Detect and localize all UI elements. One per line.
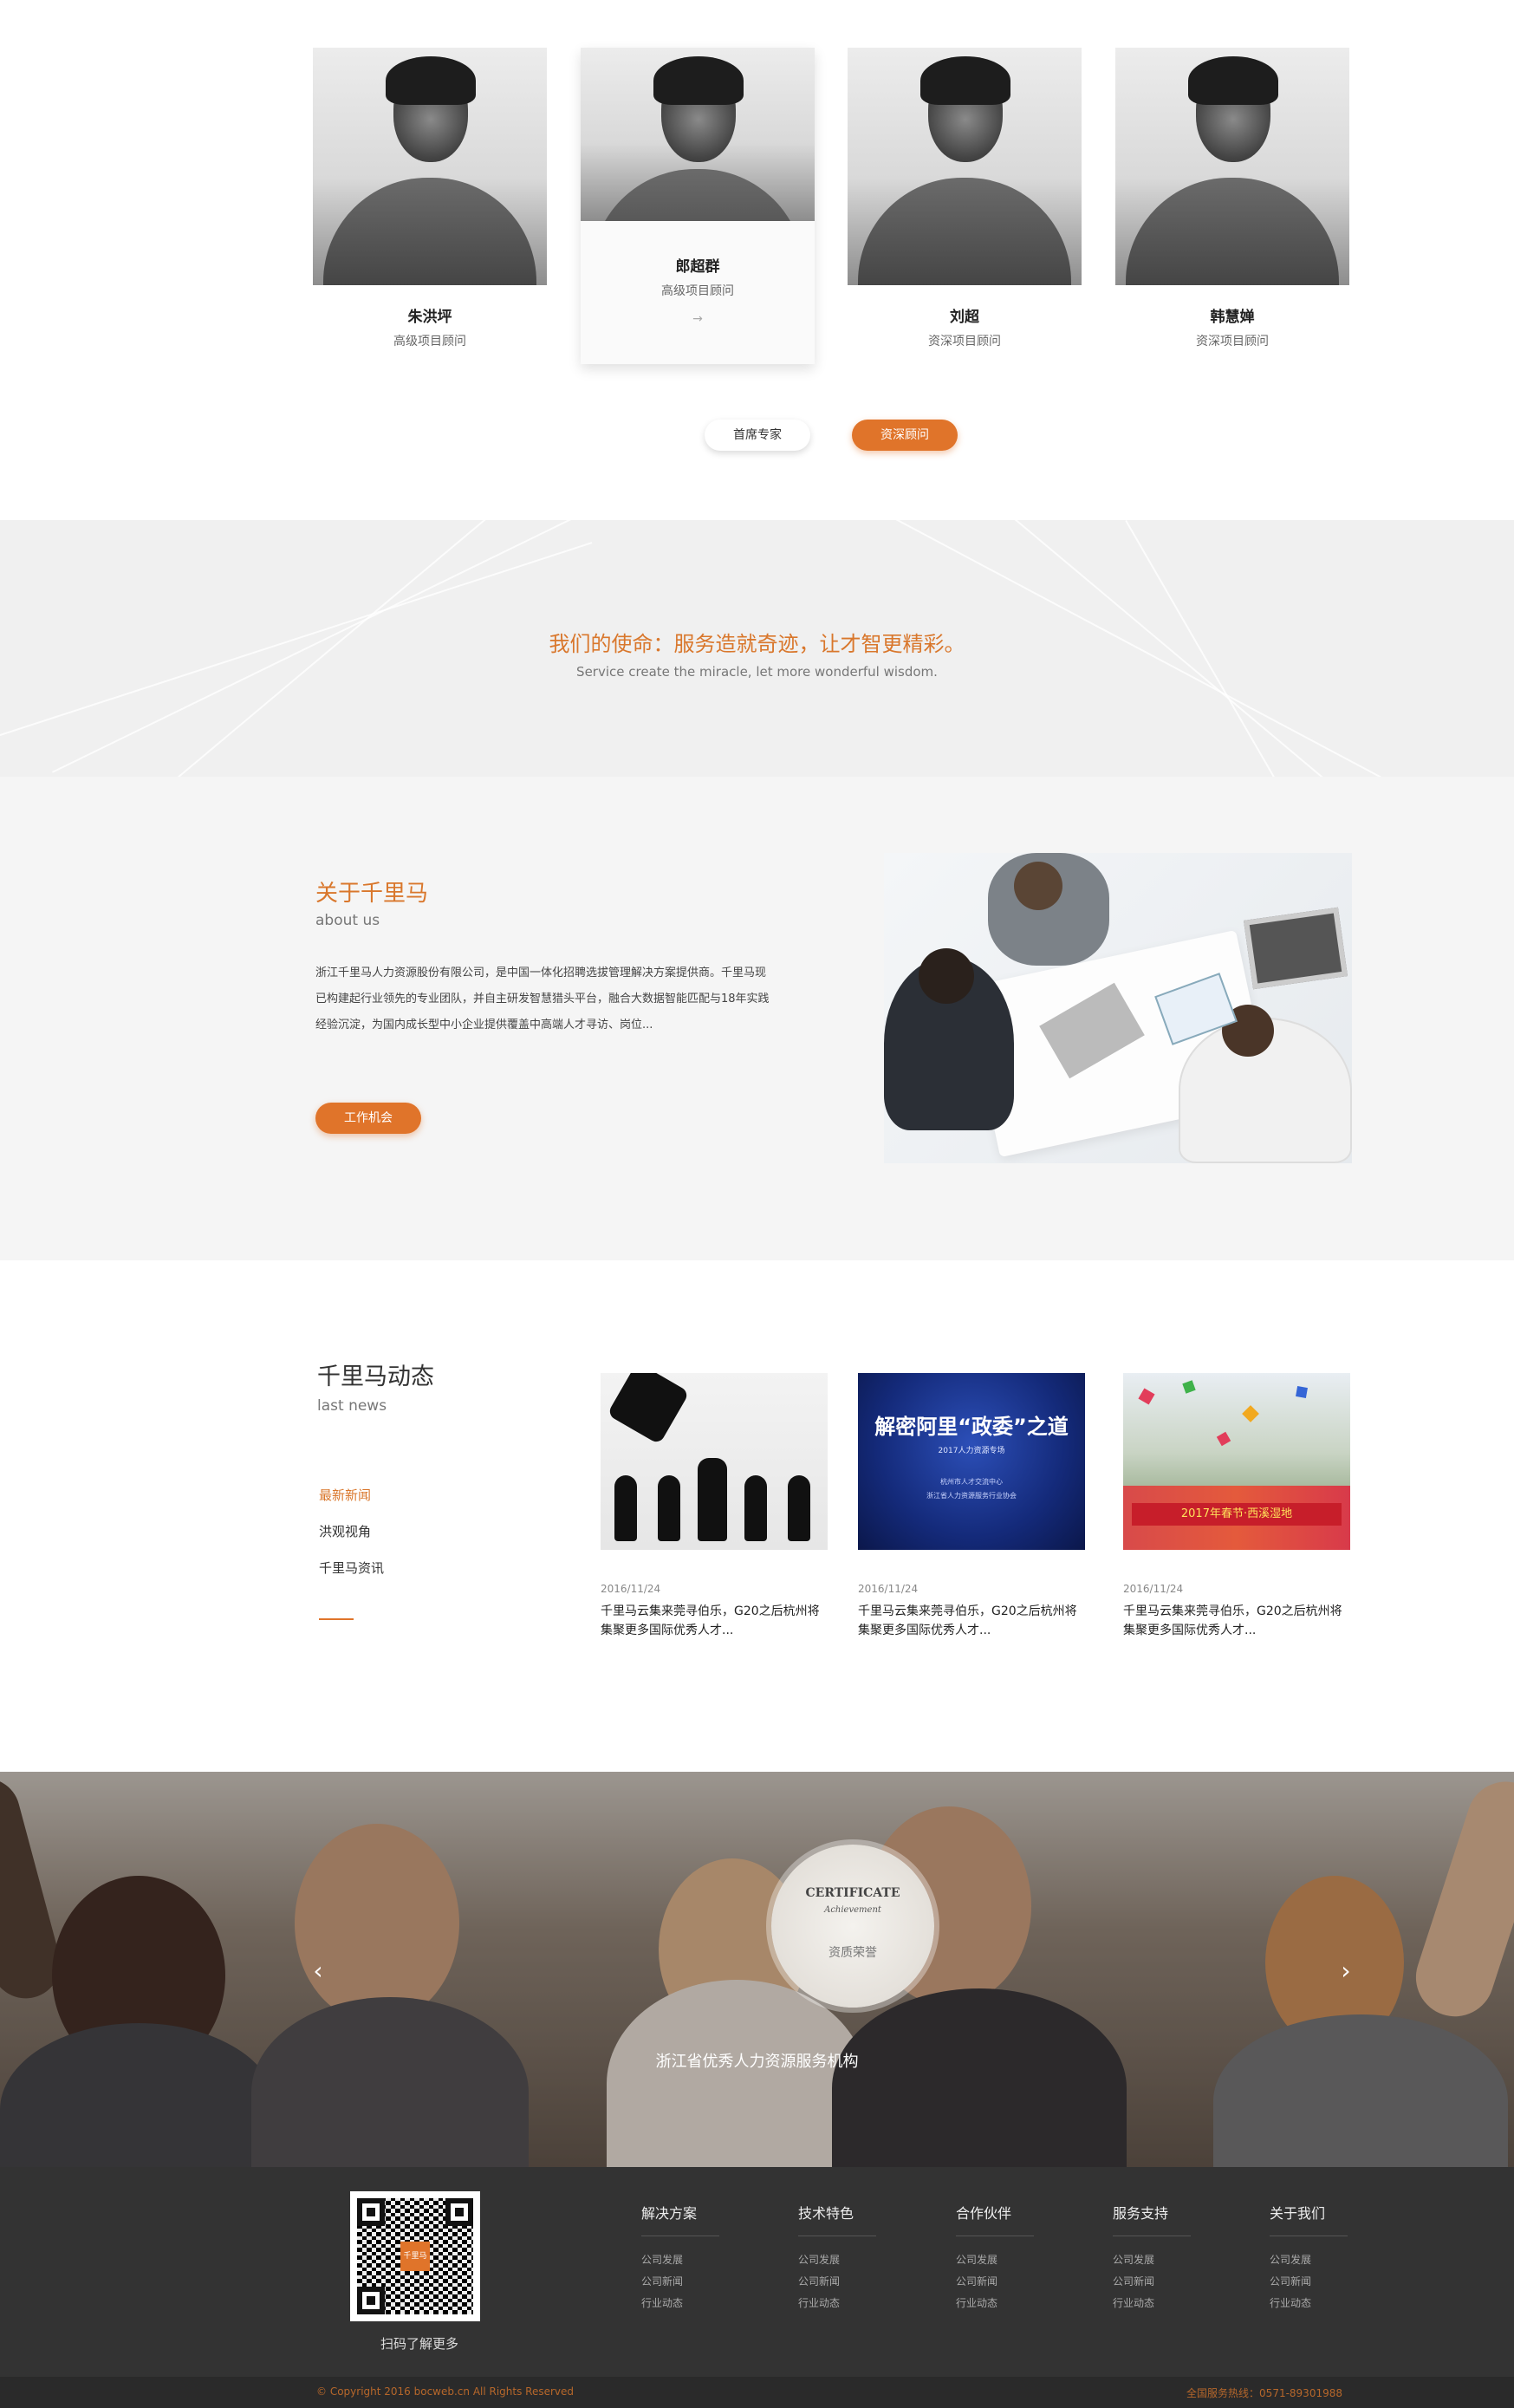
footer-link[interactable]: 公司发展 — [641, 2252, 719, 2274]
news-headline[interactable]: 千里马云集来莞寻伯乐，G20之后杭州将集聚更多国际优秀人才... — [858, 1602, 1085, 1640]
member-photo — [313, 48, 547, 285]
footer-link[interactable]: 公司新闻 — [641, 2274, 719, 2295]
qr-caption: 扫码了解更多 — [380, 2336, 458, 2352]
meeting-photo — [884, 853, 1352, 1163]
news-date: 2016/11/24 — [1123, 1583, 1184, 1595]
qr-logo: 千里马 — [400, 2242, 430, 2271]
qr-code: 千里马 — [350, 2191, 480, 2321]
mission-subtitle: Service create the miracle, let more won… — [576, 664, 938, 680]
member-role: 高级项目顾问 — [393, 335, 466, 348]
news-headline[interactable]: 千里马云集来莞寻伯乐，G20之后杭州将集聚更多国际优秀人才... — [1123, 1602, 1350, 1640]
footer: 千里马 扫码了解更多 解决方案 公司发展 公司新闻 行业动态 技术特色 公司发展… — [0, 2167, 1514, 2408]
footer-column: 合作伙伴 公司发展 公司新闻 行业动态 — [956, 2202, 1034, 2317]
news-date: 2016/11/24 — [601, 1583, 661, 1595]
member-name: 郎超群 — [675, 258, 720, 276]
news-date: 2016/11/24 — [858, 1583, 919, 1595]
news-image: 解密阿里“政委”之道 2017人力资源专场 杭州市人才交流中心 浙江省人力资源服… — [858, 1373, 1085, 1550]
news-title: 千里马动态 — [317, 1363, 434, 1390]
news-image-line: 浙江省人力资源服务行业协会 — [926, 1492, 1017, 1500]
team-member-card[interactable]: 韩慧婵 资深项目顾问 — [1115, 48, 1349, 358]
news-image: 2017年春节·西溪湿地 — [1123, 1373, 1350, 1550]
member-role: 资深项目顾问 — [1196, 335, 1269, 348]
chevron-left-icon[interactable]: ‹ — [305, 1954, 331, 1988]
footer-link[interactable]: 行业动态 — [1113, 2295, 1191, 2317]
footer-column: 关于我们 公司发展 公司新闻 行业动态 — [1270, 2202, 1348, 2317]
footer-link[interactable]: 公司发展 — [798, 2252, 876, 2274]
news-image-title: 解密阿里“政委”之道 — [874, 1415, 1069, 1439]
member-name: 刘超 — [950, 309, 979, 326]
honor-caption: 浙江省优秀人力资源服务机构 — [655, 2053, 859, 2071]
copyright: © Copyright 2016 bocweb.cn All Rights Re… — [316, 2385, 575, 2398]
news-image — [601, 1373, 828, 1550]
footer-link[interactable]: 公司新闻 — [1270, 2274, 1348, 2295]
category-underline — [319, 1618, 354, 1620]
footer-column: 服务支持 公司发展 公司新闻 行业动态 — [1113, 2202, 1191, 2317]
category-macro-view[interactable]: 洪观视角 — [319, 1522, 371, 1540]
footer-link[interactable]: 行业动态 — [641, 2295, 719, 2317]
certificate-title: CERTIFICATE — [805, 1886, 900, 1900]
team-member-card-active[interactable]: 郎超群 高级项目顾问 → — [581, 48, 815, 364]
chevron-right-icon[interactable]: › — [1333, 1954, 1359, 1988]
footer-column: 解决方案 公司发展 公司新闻 行业动态 — [641, 2202, 719, 2317]
category-company-info[interactable]: 千里马资讯 — [319, 1559, 384, 1577]
member-role: 资深项目顾问 — [928, 335, 1001, 348]
arrow-right-icon[interactable]: → — [689, 312, 706, 326]
footer-link[interactable]: 公司发展 — [956, 2252, 1034, 2274]
footer-column-title: 解决方案 — [641, 2202, 719, 2236]
member-name: 韩慧婵 — [1210, 309, 1255, 326]
footer-bottom-bar: © Copyright 2016 bocweb.cn All Rights Re… — [0, 2377, 1514, 2408]
certificate-subtitle: Achievement — [824, 1905, 881, 1915]
job-opportunities-button[interactable]: 工作机会 — [315, 1103, 421, 1134]
about-subtitle: about us — [315, 912, 380, 929]
footer-link[interactable]: 公司新闻 — [1113, 2274, 1191, 2295]
team-member-card[interactable]: 刘超 资深项目顾问 — [848, 48, 1082, 358]
member-photo — [1115, 48, 1349, 285]
footer-column-title: 合作伙伴 — [956, 2202, 1034, 2236]
certificate-badge[interactable]: CERTIFICATE Achievement 资质荣誉 — [771, 1845, 934, 2008]
member-photo — [581, 48, 815, 221]
news-image-line: 杭州市人才交流中心 — [940, 1478, 1003, 1486]
footer-link[interactable]: 行业动态 — [956, 2295, 1034, 2317]
footer-column-title: 技术特色 — [798, 2202, 876, 2236]
news-image-banner: 2017年春节·西溪湿地 — [1132, 1503, 1342, 1526]
tab-chief-experts[interactable]: 首席专家 — [705, 420, 810, 451]
member-photo — [848, 48, 1082, 285]
footer-link[interactable]: 行业动态 — [798, 2295, 876, 2317]
category-latest-news[interactable]: 最新新闻 — [319, 1486, 371, 1504]
news-headline[interactable]: 千里马云集来莞寻伯乐，G20之后杭州将集聚更多国际优秀人才... — [601, 1602, 828, 1640]
service-hotline: 全国服务热线：0571-89301988 — [1186, 2387, 1342, 2399]
mission-banner: 我们的使命：服务造就奇迹，让才智更精彩。 Service create the … — [0, 520, 1514, 777]
tab-senior-consultants[interactable]: 资深顾问 — [852, 420, 958, 451]
member-name: 朱洪坪 — [407, 309, 452, 326]
certificate-label: 资质荣誉 — [828, 1946, 877, 1960]
news-subtitle: last news — [317, 1397, 387, 1415]
about-section: 关于千里马 about us 浙江千里马人力资源股份有限公司，是中国一体化招聘选… — [0, 777, 1514, 1260]
about-title: 关于千里马 — [315, 881, 429, 907]
member-role: 高级项目顾问 — [661, 284, 734, 298]
footer-column: 技术特色 公司发展 公司新闻 行业动态 — [798, 2202, 876, 2317]
mission-title: 我们的使命：服务造就奇迹，让才智更精彩。 — [549, 632, 965, 656]
news-image-subtitle: 2017人力资源专场 — [938, 1447, 1005, 1455]
footer-link[interactable]: 公司新闻 — [798, 2274, 876, 2295]
team-member-card[interactable]: 朱洪坪 高级项目顾问 — [313, 48, 547, 358]
footer-link[interactable]: 公司发展 — [1113, 2252, 1191, 2274]
footer-column-title: 关于我们 — [1270, 2202, 1348, 2236]
page: 朱洪坪 高级项目顾问 郎超群 高级项目顾问 → 刘超 资深项目顾问 韩慧婵 资深… — [0, 0, 1514, 2408]
footer-column-title: 服务支持 — [1113, 2202, 1191, 2236]
about-text: 浙江千里马人力资源股份有限公司，是中国一体化招聘选拔管理解决方案提供商。千里马现… — [315, 966, 770, 1032]
footer-link[interactable]: 公司发展 — [1270, 2252, 1348, 2274]
honor-slider: CERTIFICATE Achievement 资质荣誉 浙江省优秀人力资源服务… — [0, 1772, 1514, 2167]
footer-link[interactable]: 行业动态 — [1270, 2295, 1348, 2317]
footer-link[interactable]: 公司新闻 — [956, 2274, 1034, 2295]
